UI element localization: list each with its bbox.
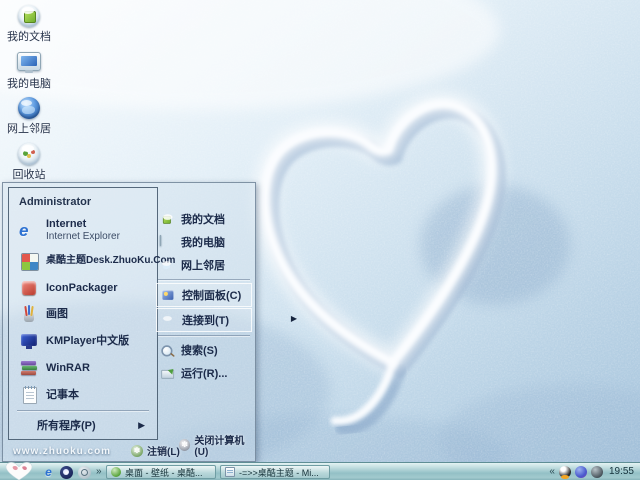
- notepad-icon: [19, 385, 39, 405]
- all-programs-label: 所有程序(P): [37, 417, 96, 433]
- heart-start-icon: [2, 460, 36, 482]
- menu-item-my-documents[interactable]: 我的文档: [156, 208, 252, 230]
- run-icon: [160, 366, 174, 380]
- quick-launch-more-chevron[interactable]: »: [96, 463, 102, 481]
- winrar-icon: [19, 358, 39, 378]
- all-programs-button[interactable]: 所有程序(P) ▶: [9, 413, 157, 439]
- menu-item-notepad[interactable]: 记事本: [9, 381, 157, 408]
- tray-collapse-chevron[interactable]: «: [549, 463, 555, 481]
- system-tray: « 19:55: [549, 463, 638, 481]
- desktop-icon-label: 我的文档: [0, 31, 58, 43]
- desktop-icon-label: 我的电脑: [0, 78, 58, 90]
- network-places-icon: [160, 258, 174, 272]
- separator: [17, 410, 149, 411]
- qq-icon[interactable]: [559, 466, 571, 478]
- menu-item-network-places[interactable]: 网上邻居: [156, 254, 252, 276]
- menu-item-label: 记事本: [46, 389, 79, 401]
- menu-item-my-computer[interactable]: 我的电脑: [156, 231, 252, 253]
- menu-item-search[interactable]: 搜索(S): [156, 339, 252, 361]
- start-menu: Administrator e Internet Internet Explor…: [2, 182, 256, 462]
- recycle-bin-icon: [17, 143, 41, 167]
- paint-icon: [19, 304, 39, 324]
- zhuoku-theme-icon: [19, 251, 39, 271]
- connect-to-icon: [161, 313, 175, 327]
- log-off-button[interactable]: ✽ 注销(L): [131, 443, 180, 458]
- menu-item-label: 网上邻居: [181, 257, 225, 273]
- menu-item-label: 连接到(T): [182, 312, 229, 328]
- menu-item-label: 我的电脑: [181, 234, 225, 250]
- menu-item-label: 我的文档: [181, 211, 225, 227]
- browser-icon[interactable]: [78, 466, 91, 479]
- menu-item-connect-to[interactable]: 连接到(T) ▶: [156, 308, 252, 332]
- menu-item-internet[interactable]: e Internet Internet Explorer: [9, 214, 157, 248]
- internet-explorer-icon[interactable]: e: [42, 466, 55, 479]
- menu-item-label: 画图: [46, 308, 68, 320]
- menu-item-iconpackager[interactable]: IconPackager: [9, 274, 157, 301]
- green-sphere-icon: [111, 467, 121, 477]
- menu-item-label: 控制面板(C): [182, 287, 241, 303]
- start-menu-left-pane: Administrator e Internet Internet Explor…: [8, 187, 158, 440]
- menu-item-label: KMPlayer中文版: [46, 335, 129, 347]
- menu-item-run[interactable]: 运行(R)...: [156, 362, 252, 384]
- chevron-right-icon: ▶: [138, 420, 145, 431]
- desktop-icon-label: 网上邻居: [0, 123, 58, 135]
- user-name: Administrator: [9, 188, 157, 214]
- search-icon: [160, 343, 174, 357]
- menu-item-paint[interactable]: 画图: [9, 301, 157, 328]
- shut-down-icon: ✽: [179, 439, 190, 451]
- separator: [158, 335, 250, 336]
- messenger-icon[interactable]: [575, 466, 587, 478]
- taskbar-clock[interactable]: 19:55: [607, 463, 638, 481]
- menu-item-label: Internet Internet Explorer: [46, 218, 120, 243]
- task-button-label: 桌面 - 壁纸 - 桌酷...: [125, 466, 203, 479]
- task-button-zhuoku-theme[interactable]: -=>>桌酷主题 - Mi...: [220, 465, 330, 479]
- start-menu-footer: www.zhuoku.com ✽ 注销(L) ✽ 关闭计算机(U): [3, 439, 255, 461]
- menu-item-label: WinRAR: [46, 362, 90, 374]
- start-menu-right-pane: 我的文档 我的电脑 网上邻居 控制面板(C) 连接到(T) ▶ 搜索(S) 运行…: [156, 207, 252, 437]
- my-documents-icon: [160, 212, 174, 226]
- desktop-icon-label: 回收站: [0, 169, 58, 181]
- separator: [158, 279, 250, 280]
- volume-icon[interactable]: [591, 466, 603, 478]
- menu-item-zhuoku-theme[interactable]: 桌酷主题Desk.ZhuoKu.Com: [9, 248, 157, 275]
- internet-explorer-icon: e: [19, 221, 39, 241]
- network-places-icon: [17, 97, 41, 121]
- desktop-icon-my-documents[interactable]: 我的文档: [0, 4, 58, 43]
- chevron-right-icon: ▶: [291, 314, 297, 323]
- menu-item-label: IconPackager: [46, 282, 118, 294]
- my-computer-icon: [17, 52, 41, 76]
- menu-item-control-panel[interactable]: 控制面板(C): [156, 283, 252, 307]
- media-player-icon[interactable]: [60, 466, 73, 479]
- desktop-icon-network-places[interactable]: 网上邻居: [0, 96, 58, 135]
- iconpackager-icon: [19, 278, 39, 298]
- shut-down-button[interactable]: ✽ 关闭计算机(U): [179, 432, 255, 458]
- log-off-icon: ✽: [131, 445, 143, 457]
- my-computer-icon: [160, 235, 174, 249]
- kmplayer-icon: [19, 331, 39, 351]
- shut-down-label: 关闭计算机(U): [194, 432, 255, 458]
- log-off-label: 注销(L): [147, 443, 180, 458]
- control-panel-icon: [161, 288, 175, 302]
- desktop-icon-recycle-bin[interactable]: 回收站: [0, 142, 58, 181]
- menu-item-label: 运行(R)...: [181, 365, 227, 381]
- taskbar: e » 桌面 - 壁纸 - 桌酷... -=>>桌酷主题 - Mi... « 1…: [0, 462, 640, 480]
- ie-page-icon: [225, 467, 235, 477]
- menu-item-label: 搜索(S): [181, 342, 218, 358]
- menu-item-winrar[interactable]: WinRAR: [9, 355, 157, 382]
- zhuoku-watermark: www.zhuoku.com: [13, 446, 111, 457]
- my-documents-icon: [17, 5, 41, 29]
- task-button-label: -=>>桌酷主题 - Mi...: [239, 466, 319, 479]
- start-button[interactable]: [2, 460, 36, 481]
- desktop-icon-my-computer[interactable]: 我的电脑: [0, 50, 58, 90]
- quick-launch-bar: e »: [42, 463, 102, 481]
- menu-item-kmplayer[interactable]: KMPlayer中文版: [9, 328, 157, 355]
- task-button-wallpaper[interactable]: 桌面 - 壁纸 - 桌酷...: [106, 465, 216, 479]
